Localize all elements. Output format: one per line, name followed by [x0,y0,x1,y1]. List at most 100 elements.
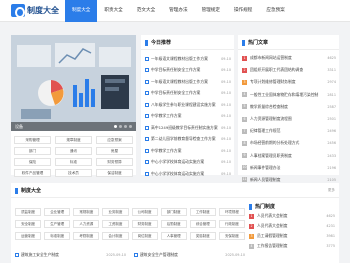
item-title[interactable]: 团组织开展职工代表团结构调查 [250,67,325,73]
list-item[interactable]: 建筑安全生产管理制度 2025-09-10 [134,249,245,261]
list-item[interactable]: 高中1249班级教学目标责任制实施方案 09-10 [145,122,231,134]
category-link[interactable]: 工资制度 [102,220,129,228]
item-title[interactable]: 中学目标责任制安全工作方案 [151,90,219,96]
item-title[interactable]: 中学教学工作方案 [151,148,219,154]
item-title[interactable]: 中心小学学校体育运动实施方案 [151,171,219,177]
list-item[interactable]: 3 专项计划维修管理财务制度 2974 [242,76,336,88]
item-title[interactable]: 一年级语文课程教材出版工作方案 [151,56,219,62]
category-link[interactable]: 财务制度 [131,220,158,228]
item-title[interactable]: 市场经营前期的分析处理方式 [250,140,325,146]
item-title[interactable]: 一年级语文课程教材出版工作方案 [151,79,219,85]
tag-link[interactable]: 技术员 [55,169,92,177]
list-item[interactable]: 八年级学生参与职业课程建设实施方案 09-10 [145,99,231,111]
nav-item-fanwen[interactable]: 范文大全 [130,0,162,22]
item-title[interactable]: 人员代表大会制度 [257,213,324,219]
item-title[interactable]: 建筑安全生产管理制度 [140,252,223,258]
item-title[interactable]: 第二幼儿园学前教育督导检查工作方案 [151,136,219,142]
category-link[interactable]: 综合管理 [189,220,216,228]
list-item[interactable]: 8 市场经营前期的分析处理方式 2456 [242,137,336,149]
hero-slider[interactable]: 设备 [11,35,136,131]
tag-link[interactable]: 财务预算 [96,158,133,166]
list-item[interactable]: 7 纪律管理工作规范 2496 [242,125,336,137]
category-link[interactable]: 人事管理 [160,232,187,240]
tag-link[interactable]: 通讯 [55,147,92,155]
category-link[interactable]: 安保制度 [218,232,245,240]
category-link[interactable]: 行政制度 [218,220,245,228]
list-item[interactable]: 一年级语文课程教材出版工作方案 09-10 [145,76,231,88]
category-link[interactable]: 标准制度 [44,232,71,240]
list-item[interactable]: 中学教学工作方案 09-10 [145,111,231,123]
list-item[interactable]: 5 教学质量综合检查制度 2587 [242,101,336,113]
list-item[interactable]: 第二幼儿园学前教育督导检查工作方案 09-10 [145,134,231,146]
nav-item-banfa[interactable]: 管理办法 [162,0,194,22]
item-title[interactable]: 人事档案管理员职责制度 [250,153,325,159]
list-item[interactable]: 中心小学学校体育运动实施方案 09-10 [145,168,231,180]
site-logo[interactable]: 制度大全 [11,3,59,18]
list-item[interactable]: 2 人员代表大会制度 4231 [249,221,335,231]
category-link[interactable]: 会计制度 [102,232,129,240]
category-link[interactable]: 部门制度 [160,208,187,216]
list-item[interactable]: 中学目标责任制安全工作方案 09-10 [145,65,231,77]
item-title[interactable]: 员工请假管理制度 [257,233,324,239]
tag-link[interactable]: 采购管理 [14,136,51,144]
list-item[interactable]: 4 一般性工业固体废物贮存和填埋污染控制 2811 [242,89,336,101]
list-item[interactable]: 1 人员代表大会制度 4625 [249,211,335,221]
category-link[interactable]: 后勤制度 [160,220,187,228]
nav-item-guicheng[interactable]: 操作规程 [227,0,259,22]
item-title[interactable]: 专项计划维修管理财务制度 [250,79,325,85]
category-link[interactable]: 质监制度 [15,208,42,216]
item-title[interactable]: 中学目标责任制安全工作方案 [151,67,219,73]
nav-item-guiding[interactable]: 管理规定 [195,0,227,22]
tag-link[interactable]: 应急预案 [96,136,133,144]
category-link[interactable]: 岗位制度 [131,232,158,240]
tag-link[interactable]: 部门 [14,147,51,155]
item-title[interactable]: 一般性工业固体废物贮存和填埋污染控制 [250,92,325,98]
slider-dot[interactable] [119,125,122,128]
tag-link[interactable]: 软件产品管理 [14,169,51,177]
list-item[interactable]: 3 员工请假管理制度 3981 [249,231,335,241]
list-item[interactable]: 9 人事档案管理员职责制度 2433 [242,150,336,162]
category-link[interactable]: 奖惩制度 [189,232,216,240]
tag-link[interactable]: 保洁制度 [96,169,133,177]
list-item[interactable]: 建筑施工安全生产制度 2025-09-10 [15,249,126,261]
list-item[interactable]: 中学教学工作方案 09-10 [145,145,231,157]
list-item[interactable]: 4 工作报告管理制度 3775 [249,241,335,251]
list-item[interactable]: 中心小学学校体育运动实施方案 09-10 [145,157,231,169]
more-link[interactable]: 更多 [328,188,335,193]
slider-dot[interactable] [114,125,117,128]
tag-link[interactable]: 房屋 [96,147,133,155]
category-link[interactable]: 常规制度 [73,208,100,216]
nav-item-zhidu[interactable]: 制度大全 [65,0,98,22]
item-title[interactable]: 八年级学生参与职业课程建设实施方案 [151,102,219,108]
item-title[interactable]: 中学教学工作方案 [151,113,219,119]
category-link[interactable]: 环境规程 [218,208,245,216]
item-title[interactable]: 新闻事件管理办法 [250,165,325,171]
category-link[interactable]: 考勤制度 [73,232,100,240]
category-link[interactable]: 企业管理 [44,208,71,216]
category-link[interactable]: 安全制度 [15,220,42,228]
item-title[interactable]: 高中1249班级教学目标责任制实施方案 [151,125,219,131]
category-link[interactable]: 生产管理 [44,220,71,228]
item-title[interactable]: 成都市新闻网站运营制度 [250,55,325,61]
category-link[interactable]: 公司制度 [131,208,158,216]
list-item[interactable]: 中学目标责任制安全工作方案 09-10 [145,88,231,100]
item-title[interactable]: 中心小学学校体育运动实施方案 [151,159,219,165]
list-item[interactable]: 6 人力资源管理制度流程图 2501 [242,113,336,125]
list-item[interactable]: 2 团组织开展职工代表团结构调查 3311 [242,64,336,76]
category-link[interactable]: 业务制度 [102,208,129,216]
nav-item-zhize[interactable]: 职责大全 [97,0,129,22]
category-link[interactable]: 人力资源 [73,220,100,228]
tag-link[interactable]: 规章制度 [55,136,92,144]
list-item[interactable]: 一年级语文课程教材出版工作方案 09-10 [145,53,231,65]
item-title[interactable]: 纪律管理工作规范 [250,128,325,134]
tag-link[interactable]: 标准 [55,158,92,166]
item-title[interactable]: 人力资源管理制度流程图 [250,116,325,122]
slider-dot[interactable] [129,125,132,128]
item-title[interactable]: 人员代表大会制度 [257,223,324,229]
list-item[interactable]: 10 新闻事件管理办法 2196 [242,162,336,174]
list-item[interactable]: 1 成都市新闻网站运营制度 4625 [242,52,336,64]
item-title[interactable]: 教学质量综合检查制度 [250,104,325,110]
item-title[interactable]: 建筑施工安全生产制度 [21,252,104,258]
item-title[interactable]: 工作报告管理制度 [257,243,324,249]
nav-item-yuan[interactable]: 应急预案 [259,0,291,22]
